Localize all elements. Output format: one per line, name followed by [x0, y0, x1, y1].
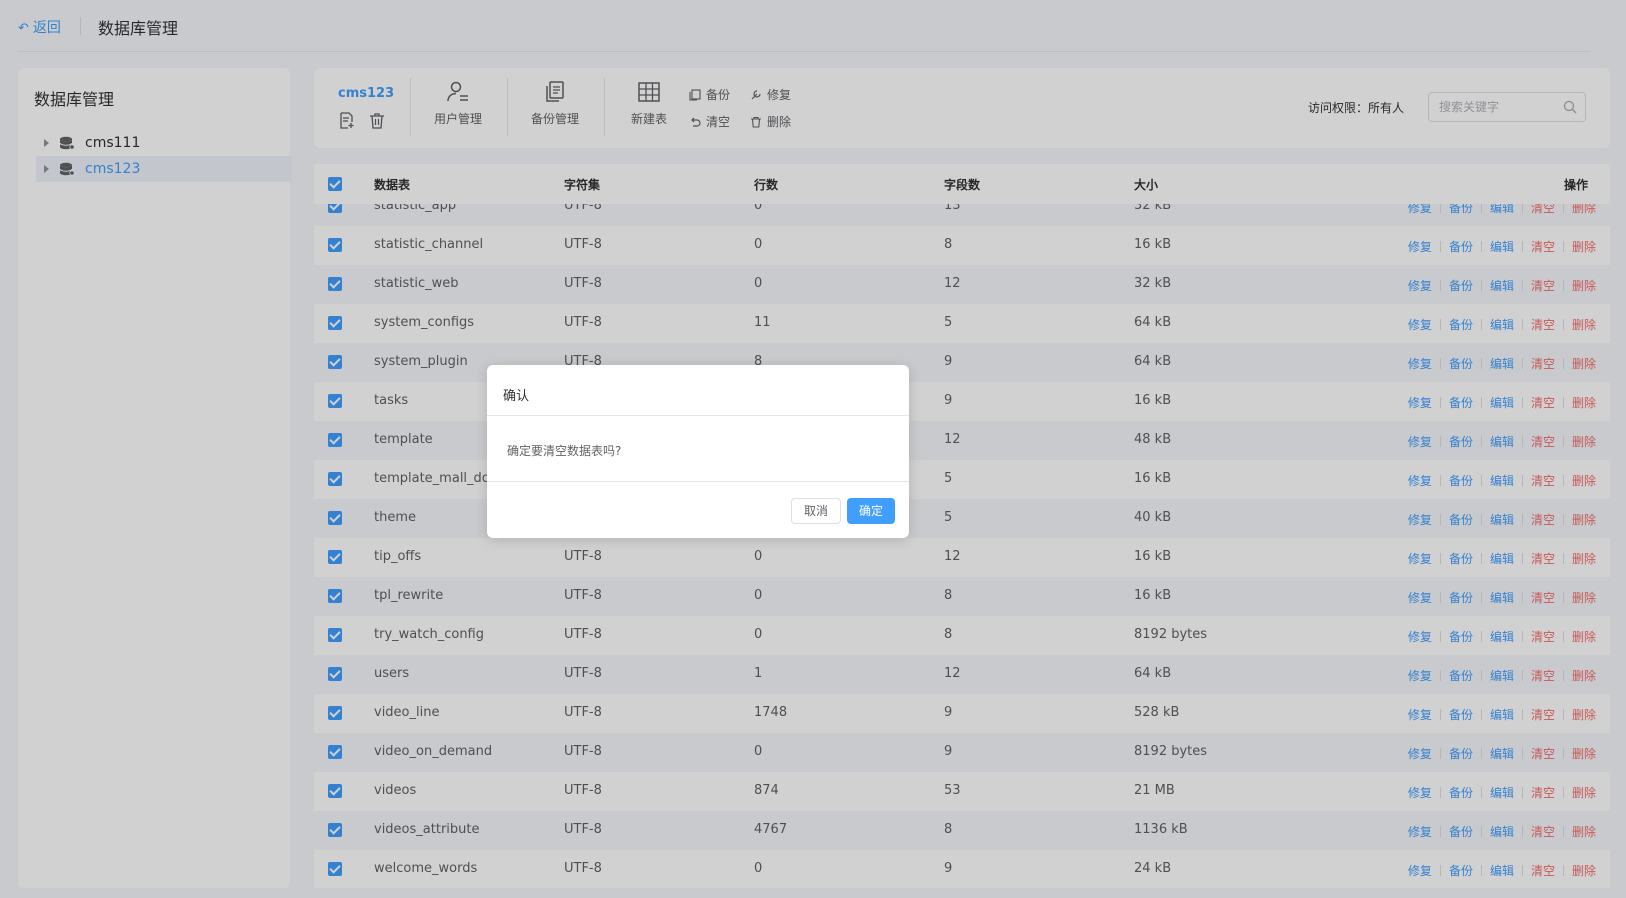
dialog-title: 确认: [503, 389, 530, 404]
confirm-button[interactable]: 确定: [847, 498, 896, 524]
cancel-button[interactable]: 取消: [791, 498, 842, 524]
dialog-message: 确定要清空数据表吗?: [507, 444, 622, 458]
confirm-dialog: 确认 确定要清空数据表吗? 取消 确定: [487, 365, 909, 538]
dialog-divider: [487, 415, 909, 416]
dialog-divider: [487, 481, 909, 482]
